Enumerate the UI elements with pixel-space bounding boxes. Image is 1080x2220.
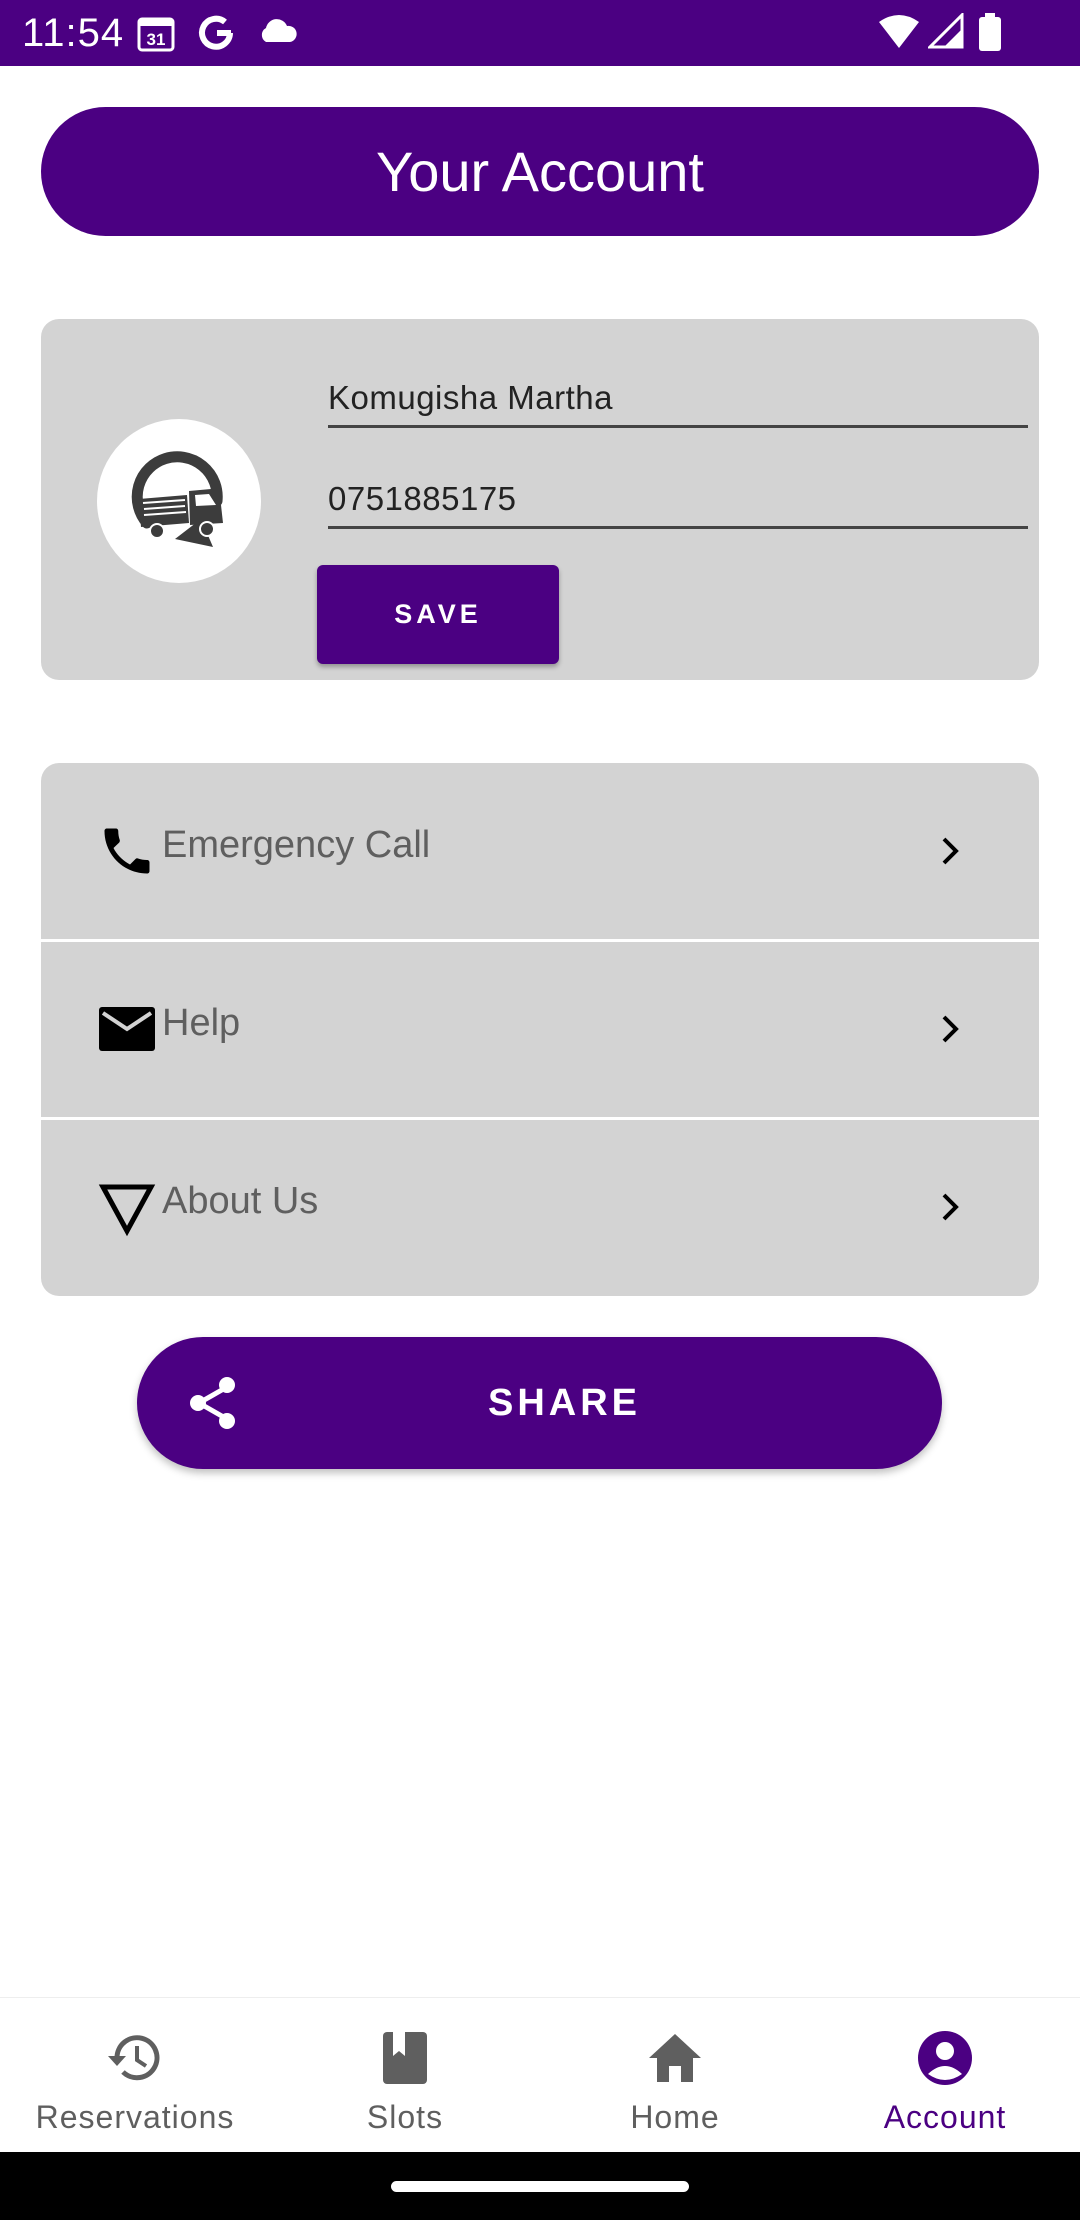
menu-item-label: Help (162, 1002, 241, 1044)
menu-card: Emergency Call Help About Us (41, 763, 1039, 1296)
battery-icon (978, 12, 1002, 52)
bottom-nav: Reservations Slots Home Account (0, 1997, 1080, 2153)
nav-item-home[interactable]: Home (540, 1998, 810, 2153)
nav-label: Reservations (35, 2099, 235, 2135)
phone-icon (97, 821, 157, 881)
gesture-navigation-bar (0, 2152, 1080, 2220)
menu-item-emergency-call[interactable]: Emergency Call (41, 763, 1039, 939)
share-label: SHARE (487, 1381, 642, 1424)
mail-icon (97, 999, 157, 1059)
calendar-day: 31 (147, 30, 166, 49)
account-circle-icon (915, 2028, 975, 2088)
nav-label: Home (630, 2099, 720, 2135)
profile-card: SAVE (41, 319, 1039, 680)
menu-item-label: Emergency Call (162, 824, 431, 866)
chevron-right-icon (930, 1009, 970, 1049)
nav-item-account[interactable]: Account (810, 1998, 1080, 2153)
nav-item-slots[interactable]: Slots (270, 1998, 540, 2153)
share-button[interactable]: SHARE (137, 1337, 942, 1469)
phone-field[interactable] (328, 472, 1028, 529)
truck-logo-icon (131, 451, 223, 547)
cloud-icon (256, 16, 300, 48)
avatar (97, 419, 261, 583)
triangle-down-icon (97, 1177, 157, 1237)
google-icon (196, 12, 238, 54)
nav-item-reservations[interactable]: Reservations (0, 1998, 270, 2153)
status-time: 11:54 (22, 11, 125, 55)
menu-item-about-us[interactable]: About Us (41, 1119, 1039, 1295)
status-bar: 11:54 31 (0, 0, 1080, 66)
menu-item-label: About Us (162, 1180, 319, 1222)
nav-label: Account (883, 2099, 1007, 2135)
gesture-handle[interactable] (391, 2181, 689, 2192)
menu-item-help[interactable]: Help (41, 941, 1039, 1117)
chevron-right-icon (930, 1187, 970, 1227)
history-icon (105, 2028, 165, 2088)
page-title: Your Account (41, 107, 1039, 236)
calendar-icon: 31 (136, 13, 176, 53)
wifi-icon (878, 14, 920, 50)
book-icon (375, 2028, 435, 2088)
signal-icon (926, 11, 964, 49)
home-icon (645, 2028, 705, 2088)
name-field[interactable] (328, 371, 1028, 428)
chevron-right-icon (930, 831, 970, 871)
save-button[interactable]: SAVE (317, 565, 559, 664)
nav-label: Slots (366, 2099, 444, 2135)
